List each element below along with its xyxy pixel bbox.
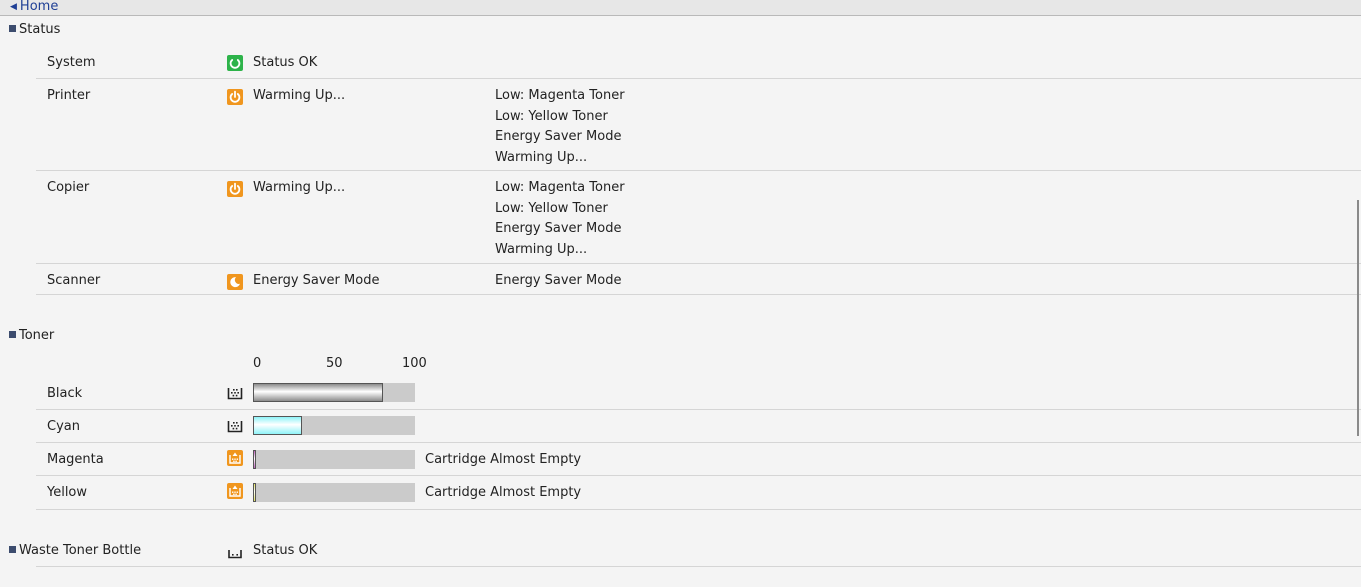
row-label: Printer	[47, 88, 91, 103]
waste-status: Status OK	[253, 543, 318, 558]
top-nav-bar: ◀ Home	[0, 0, 1361, 16]
status-row-system: System Status OK	[36, 46, 1361, 79]
toner-level-bar	[253, 483, 415, 502]
toner-ok-icon	[227, 421, 243, 433]
detail-item: Warming Up...	[495, 149, 588, 165]
row-status: Warming Up...	[253, 180, 346, 195]
divider	[36, 566, 1361, 567]
detail-item: Low: Yellow Toner	[495, 108, 608, 124]
status-row-scanner: Scanner Energy Saver Mode Energy Saver M…	[36, 264, 1361, 295]
row-label: Yellow	[47, 485, 88, 500]
row-status: Status OK	[253, 55, 318, 70]
waste-section-title: Waste Toner Bottle	[19, 543, 142, 558]
scale-label-100: 100	[402, 356, 427, 371]
detail-item: Energy Saver Mode	[495, 221, 622, 236]
row-label: Scanner	[47, 273, 101, 288]
vertical-scrollbar[interactable]	[1357, 200, 1359, 436]
toner-row-yellow: Yellow Cartridge Almost Empty	[36, 476, 1361, 510]
toner-section-header: Toner	[9, 328, 54, 343]
home-link[interactable]: ◀ Home	[10, 0, 58, 14]
status-section-header: Status	[9, 22, 60, 37]
toner-row-cyan: Cyan	[36, 410, 1361, 443]
detail-item: Low: Magenta Toner	[495, 180, 625, 195]
waste-section-header: Waste Toner Bottle	[9, 543, 141, 558]
row-label: System	[47, 55, 96, 70]
row-status: Warming Up...	[253, 88, 346, 103]
toner-row-magenta: Magenta Cartridge Almost Empty	[36, 443, 1361, 476]
power-warmup-icon	[227, 89, 243, 105]
scale-label-50: 50	[326, 356, 343, 371]
status-ok-icon	[227, 55, 243, 71]
toner-level-fill	[253, 383, 383, 402]
bullet-square-icon	[9, 331, 16, 338]
waste-bottle-icon	[228, 550, 242, 559]
row-details: Low: Magenta Toner Low: Yellow Toner Ene…	[495, 86, 625, 168]
toner-level-bar	[253, 450, 415, 469]
power-warmup-icon	[227, 181, 243, 197]
toner-note: Cartridge Almost Empty	[425, 452, 582, 467]
toner-level-fill	[253, 483, 256, 502]
row-label: Black	[47, 386, 83, 401]
detail-item: Low: Yellow Toner	[495, 200, 608, 216]
toner-level-bar	[253, 416, 415, 435]
toner-warning-icon	[227, 483, 243, 499]
detail-item: Warming Up...	[495, 241, 588, 257]
chevron-left-icon: ◀	[10, 2, 17, 12]
toner-level-fill	[253, 416, 302, 435]
row-status: Energy Saver Mode	[253, 273, 380, 288]
bullet-square-icon	[9, 546, 16, 553]
toner-section-title: Toner	[19, 328, 55, 343]
row-label: Cyan	[47, 419, 80, 434]
row-label: Copier	[47, 180, 90, 195]
status-row-printer: Printer Warming Up... Low: Magenta Toner…	[36, 79, 1361, 171]
toner-note: Cartridge Almost Empty	[425, 485, 582, 500]
row-details: Energy Saver Mode	[495, 271, 621, 292]
status-row-copier: Copier Warming Up... Low: Magenta Toner …	[36, 171, 1361, 264]
toner-warning-icon	[227, 450, 243, 466]
detail-item: Low: Magenta Toner	[495, 88, 625, 103]
detail-item: Energy Saver Mode	[495, 129, 622, 144]
status-section-title: Status	[19, 22, 61, 37]
toner-level-bar	[253, 383, 415, 402]
toner-level-fill	[253, 450, 256, 469]
row-label: Magenta	[47, 452, 104, 467]
detail-item: Energy Saver Mode	[495, 273, 622, 288]
toner-ok-icon	[227, 388, 243, 400]
scale-label-0: 0	[253, 356, 262, 371]
bullet-square-icon	[9, 25, 16, 32]
row-details: Low: Magenta Toner Low: Yellow Toner Ene…	[495, 178, 625, 260]
energy-saver-icon	[227, 274, 243, 290]
toner-row-black: Black	[36, 377, 1361, 410]
